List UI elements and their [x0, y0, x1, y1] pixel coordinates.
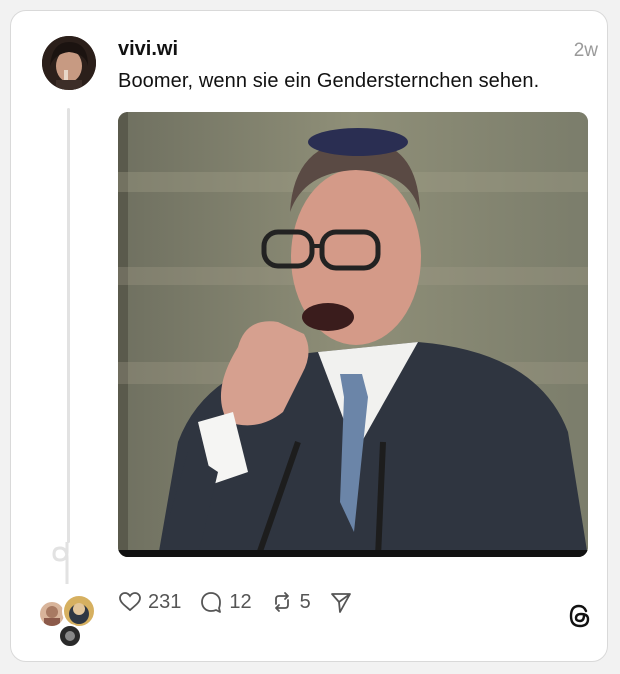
reply-avatars[interactable] — [38, 594, 100, 648]
post-text: Boomer, wenn sie ein Gendersternchen seh… — [118, 70, 540, 92]
user-avatar[interactable] — [42, 36, 96, 90]
repost-count: 5 — [299, 590, 311, 613]
reply-avatar-2 — [62, 594, 96, 628]
thread-loop-icon — [52, 542, 69, 584]
post-actions: 231 12 5 — [118, 588, 377, 616]
thread-line — [67, 108, 70, 543]
repost-button[interactable]: 5 — [270, 590, 311, 614]
reply-avatar-3 — [58, 624, 82, 648]
share-button[interactable] — [329, 590, 359, 614]
post-username[interactable]: vivi.wi — [118, 38, 178, 61]
repost-icon — [274, 592, 289, 612]
comment-count: 12 — [229, 590, 252, 613]
like-count: 231 — [148, 590, 182, 613]
send-icon — [330, 593, 351, 613]
threads-logo-icon[interactable] — [566, 602, 594, 630]
post-image[interactable] — [118, 112, 588, 557]
like-button[interactable]: 231 — [118, 590, 181, 614]
comment-button[interactable]: 12 — [199, 590, 252, 614]
post-timestamp: 2w — [573, 40, 598, 61]
heart-icon — [119, 592, 141, 612]
comment-icon — [201, 592, 222, 613]
